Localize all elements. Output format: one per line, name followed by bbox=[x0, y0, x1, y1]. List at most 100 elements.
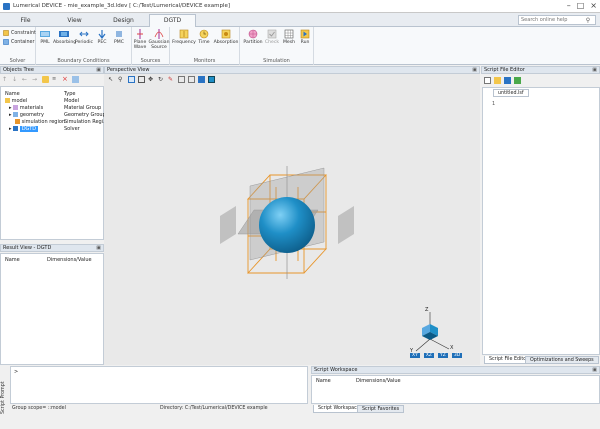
script-file-tab[interactable]: untitled.lsf bbox=[493, 89, 529, 97]
line-number: 1 bbox=[492, 101, 496, 107]
tree-row-model[interactable]: model bbox=[5, 98, 27, 104]
script-workspace-panel: Name Dimensions/Value bbox=[311, 375, 600, 404]
column-name: Name bbox=[5, 257, 20, 263]
expand-arrow-icon[interactable]: ▸ bbox=[9, 112, 12, 118]
group-label-sources: Sources bbox=[140, 58, 161, 64]
pan-tool-icon[interactable]: ✥ bbox=[148, 76, 155, 83]
constraint-button[interactable]: Constraint bbox=[3, 30, 36, 36]
script-workspace-header: Script Workspace ▣ bbox=[311, 366, 600, 374]
left-arrow-icon[interactable]: ← bbox=[22, 76, 29, 83]
window-title: Lumerical DEVICE - mie_example_3d.ldev [… bbox=[13, 3, 230, 9]
expand-arrow-icon[interactable]: ▸ bbox=[9, 105, 12, 111]
simulation-region-icon bbox=[15, 119, 20, 124]
view-3d-button[interactable]: 3D bbox=[451, 353, 463, 358]
plane-wave-button[interactable]: Plane Wave bbox=[132, 29, 148, 50]
view-yz-button[interactable]: YZ bbox=[438, 353, 448, 358]
cross-section-plane-right bbox=[338, 206, 354, 244]
perspective-viewport[interactable]: Z X Y XY XZ YZ 3D bbox=[104, 74, 480, 365]
tab-file[interactable]: File bbox=[2, 14, 49, 27]
app-icon bbox=[3, 2, 10, 10]
up-arrow-icon[interactable]: ↑ bbox=[2, 76, 9, 83]
run-button[interactable]: Run bbox=[297, 29, 313, 45]
cross-section-plane-left bbox=[220, 206, 236, 244]
mesh-button[interactable]: Mesh bbox=[281, 29, 297, 45]
tab-script-favorites[interactable]: Script Favorites bbox=[357, 405, 405, 413]
search-icon[interactable]: ⚲ bbox=[583, 17, 593, 24]
column-dimensions: Dimensions/Value bbox=[47, 257, 92, 263]
check-button[interactable]: Check bbox=[264, 29, 280, 45]
panel-pin-icon[interactable]: ▣ bbox=[592, 67, 597, 74]
pec-button[interactable]: PEC bbox=[94, 29, 110, 45]
close-button[interactable]: × bbox=[590, 1, 597, 11]
tab-view[interactable]: View bbox=[51, 14, 98, 27]
script-prompt-panel[interactable]: > bbox=[10, 366, 308, 404]
absorbing-button[interactable]: Absorbing bbox=[53, 29, 76, 45]
periodic-button[interactable]: Periodic bbox=[74, 29, 94, 45]
run-script-icon[interactable] bbox=[514, 77, 521, 84]
script-editor-textarea[interactable] bbox=[498, 100, 598, 352]
down-arrow-icon[interactable]: ↓ bbox=[12, 76, 19, 83]
gaussian-source-button[interactable]: Gaussian Source bbox=[148, 29, 170, 50]
edit-icon[interactable] bbox=[42, 76, 49, 83]
panel-pin-icon[interactable]: ▣ bbox=[96, 245, 101, 252]
ruler-tool-icon[interactable]: ✎ bbox=[168, 76, 175, 83]
group-solver: Constraint Container Solver bbox=[0, 27, 36, 65]
view-xy-button[interactable]: XY bbox=[410, 353, 420, 358]
delete-icon[interactable]: × bbox=[62, 76, 69, 83]
zoom-region-icon[interactable] bbox=[128, 76, 135, 83]
absorption-monitor-icon bbox=[221, 29, 231, 39]
minimize-button[interactable]: – bbox=[567, 1, 571, 11]
frequency-monitor-icon bbox=[179, 29, 189, 39]
select-tool-icon[interactable]: ↖ bbox=[108, 76, 115, 83]
solid-view-icon[interactable] bbox=[198, 76, 205, 83]
frequency-monitor-button[interactable]: Frequency bbox=[172, 29, 196, 45]
right-arrow-icon[interactable]: → bbox=[32, 76, 39, 83]
script-prompt-side-tab[interactable]: Script Prompt bbox=[1, 381, 6, 414]
result-view-panel: Name Dimensions/Value bbox=[0, 253, 104, 365]
rotate-tool-icon[interactable]: ↻ bbox=[158, 76, 165, 83]
search-box: ⚲ bbox=[518, 15, 596, 25]
tree-row-simulation-region[interactable]: simulation region bbox=[15, 119, 65, 125]
tree-row-dgtd[interactable]: ▸ DGTD bbox=[9, 126, 39, 132]
tab-design[interactable]: Design bbox=[100, 14, 147, 27]
time-monitor-button[interactable]: Time bbox=[196, 29, 212, 45]
sphere-object[interactable] bbox=[259, 197, 315, 253]
model-icon bbox=[5, 98, 10, 103]
view-xz-button[interactable]: XZ bbox=[423, 353, 435, 358]
objects-tree-toolbar: ↑ ↓ ← → ≡ × bbox=[0, 75, 104, 84]
new-file-icon[interactable] bbox=[484, 77, 491, 84]
shaded-view-icon[interactable] bbox=[208, 76, 215, 83]
tree-view-icon[interactable] bbox=[72, 76, 79, 83]
column-name: Name bbox=[5, 91, 20, 97]
filter-icon[interactable]: ≡ bbox=[52, 76, 59, 83]
container-button[interactable]: Container bbox=[3, 39, 34, 45]
tree-row-materials[interactable]: ▸ materials bbox=[9, 105, 43, 111]
wireframe-icon[interactable] bbox=[188, 76, 195, 83]
absorbing-icon bbox=[59, 31, 69, 37]
save-file-icon[interactable] bbox=[504, 77, 511, 84]
absorption-monitor-button[interactable]: Absorption bbox=[213, 29, 239, 45]
view-buttons: XY XZ YZ 3D bbox=[410, 353, 463, 358]
constraint-icon bbox=[3, 30, 9, 36]
panel-pin-icon[interactable]: ▣ bbox=[96, 67, 101, 74]
grid-icon[interactable] bbox=[178, 76, 185, 83]
expand-arrow-icon[interactable]: ▸ bbox=[9, 126, 12, 132]
maximize-button[interactable]: □ bbox=[577, 1, 585, 11]
panel-pin-icon[interactable]: ▣ bbox=[472, 67, 477, 74]
group-monitors: Frequency Time Absorption Monitors bbox=[170, 27, 240, 65]
pml-button[interactable]: PML bbox=[36, 29, 54, 45]
open-file-icon[interactable] bbox=[494, 77, 501, 84]
panel-pin-icon[interactable]: ▣ bbox=[592, 367, 597, 374]
tab-optimizations-sweeps[interactable]: Optimizations and Sweeps bbox=[525, 356, 599, 364]
group-label-simulation: Simulation bbox=[263, 58, 290, 64]
pml-icon bbox=[40, 31, 50, 37]
perspective-view-header: Perspective View ▣ bbox=[104, 66, 480, 74]
zoom-extent-icon[interactable] bbox=[138, 76, 145, 83]
zoom-tool-icon[interactable]: ⚲ bbox=[118, 76, 125, 83]
tree-row-geometry[interactable]: ▸ geometry bbox=[9, 112, 44, 118]
search-input[interactable] bbox=[519, 17, 583, 23]
group-label-boundary: Boundary Conditions bbox=[57, 58, 110, 64]
pmc-button[interactable]: PMC bbox=[111, 29, 127, 45]
tab-dgtd[interactable]: DGTD bbox=[149, 14, 196, 27]
partition-button[interactable]: Partition bbox=[242, 29, 264, 45]
